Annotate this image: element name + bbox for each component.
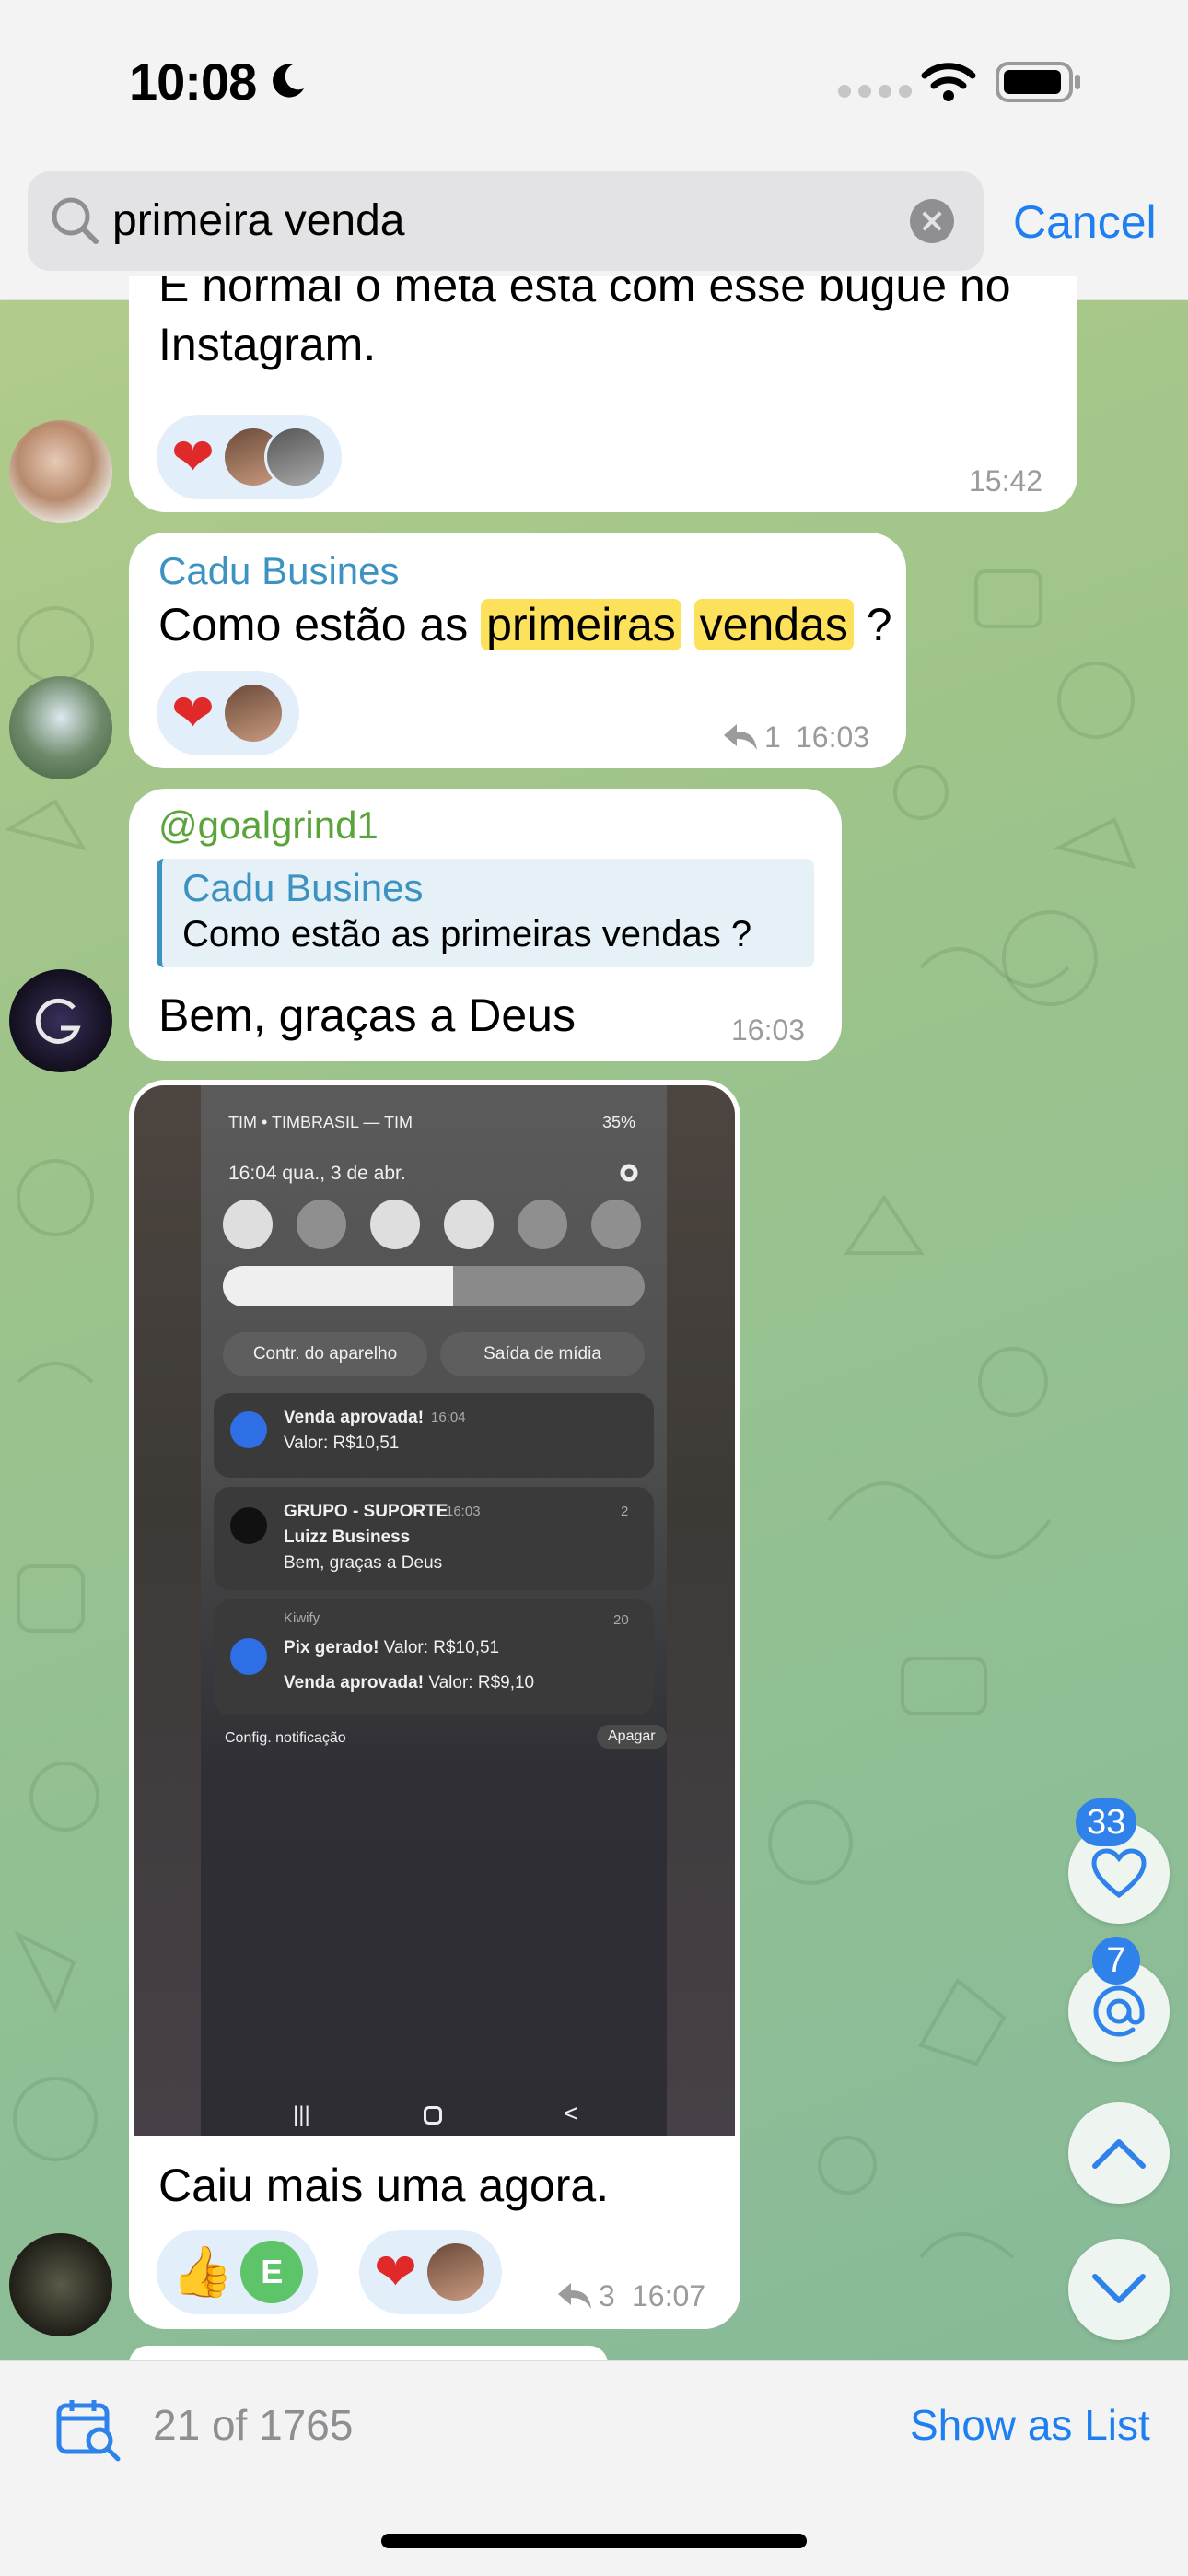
message-text: Como estão as primeiras vendas ? [158,599,892,650]
photo-device-control: Contr. do aparelho [223,1332,427,1376]
status-time: 10:08 [129,53,257,111]
heart-reaction-icon: ❤ [171,684,215,742]
avatar [263,426,327,488]
message-time: 16:03 [796,720,870,754]
photo-carrier: TIM • TIMBRASIL — TIM [228,1113,413,1131]
avatar[interactable] [9,420,112,523]
photo-clear-button: Apagar [597,1725,667,1749]
next-result-button[interactable] [1068,2239,1170,2340]
battery-icon [996,62,1080,102]
status-bar: 10:08 [0,0,1188,166]
avatar[interactable] [9,969,112,1072]
message-sender: Cadu Busines [158,549,400,592]
photo-bluetooth-toggle [297,1200,346,1249]
reaction-chip[interactable]: 👍 E [157,2230,319,2314]
avatar[interactable] [9,676,112,779]
photo-notification: Kiwify 20 Pix gerado! Valor: R$10,51 Ven… [214,1599,654,1715]
quoted-message[interactable]: Cadu Busines Como estão as primeiras ven… [157,859,814,967]
reaction-chip[interactable]: ❤ [359,2230,502,2314]
photo-flashlight-toggle [591,1200,641,1249]
message-text: Bem, graças a Deus [158,989,576,1041]
at-sign-icon [1093,1985,1145,2037]
photo-sound-toggle [370,1200,420,1249]
message-bubble[interactable]: Cadu Busines Como estão as primeiras ven… [129,533,906,768]
reply-count: 1 [764,720,781,754]
quoted-sender: Cadu Busines [182,866,424,909]
photo-wifi-toggle [223,1200,273,1249]
message-time: 16:07 [632,2279,706,2313]
message-bubble[interactable]: @goalgrind1 Cadu Busines Como estão as p… [129,789,842,1061]
avatar-logo-icon [35,998,81,1044]
calendar-search-icon[interactable] [55,2396,122,2463]
reply-icon[interactable] [556,2279,593,2313]
reply-count: 3 [599,2279,615,2313]
message-time: 15:42 [969,464,1043,498]
avatar [424,2241,487,2303]
results-counter: 21 of 1765 [153,2401,354,2449]
reaction-chip[interactable]: ❤ [157,671,299,755]
message-photo[interactable]: TIM • TIMBRASIL — TIM 35% 16:04 qua., 3 … [134,1085,735,2136]
photo-rotate-toggle [444,1200,494,1249]
phone-notification-screenshot: TIM • TIMBRASIL — TIM 35% 16:04 qua., 3 … [201,1085,667,2136]
mentions-count-badge: 7 [1092,1937,1140,1985]
search-icon [52,197,99,244]
message-text: É normal o meta esta com esse bugue no I… [158,276,1011,370]
heart-reaction-icon: ❤ [374,2242,417,2301]
photo-notification: Venda aprovada! 16:04 Valor: R$10,51 [214,1393,654,1478]
previous-result-button[interactable] [1068,2102,1170,2204]
photo-brightness-slider [223,1266,645,1306]
search-bar[interactable] [28,171,984,271]
photo-notification: GRUPO - SUPORTE 16:03 2 Luizz Business B… [214,1487,654,1590]
photo-nav-home-icon [424,2106,442,2125]
photo-airplane-toggle [518,1200,567,1249]
reaction-chip[interactable]: ❤ [157,415,342,499]
message-text: Caiu mais uma agora. [158,2160,610,2211]
reply-icon[interactable] [722,720,759,754]
cancel-button[interactable]: Cancel [1013,195,1157,249]
clear-search-icon[interactable] [910,199,954,243]
quoted-text: Como estão as primeiras vendas ? [182,914,752,954]
message-time: 16:03 [731,1013,806,1047]
photo-nav-back-icon: < [564,2099,579,2127]
photo-datetime: 16:04 qua., 3 de abr. [228,1163,406,1184]
chevron-down-icon [1092,2274,1146,2303]
thumbs-up-reaction-icon: 👍 [171,2244,234,2300]
message-sender: @goalgrind1 [158,803,379,847]
avatar [221,682,285,744]
show-as-list-button[interactable]: Show as List [910,2400,1150,2450]
photo-settings-icon [620,1164,638,1182]
wifi-icon [921,63,976,101]
chevron-up-icon [1092,2139,1146,2169]
photo-media-output: Saída de mídia [440,1332,645,1376]
search-input[interactable] [112,195,904,246]
photo-battery: 35% [602,1113,636,1131]
heart-outline-icon [1091,1848,1147,1899]
home-indicator[interactable] [381,2534,807,2548]
cellular-signal-icon [838,85,912,98]
heart-reaction-icon: ❤ [171,427,215,486]
focus-moon-icon [273,64,304,98]
photo-nav-recents-icon: ||| [293,2102,310,2127]
avatar: E [240,2241,304,2303]
photo-config-label: Config. notificação [225,1730,346,1746]
reactions-count-badge: 33 [1076,1798,1137,1846]
avatar[interactable] [9,2233,112,2336]
message-bubble[interactable]: É normal o meta esta com esse bugue no I… [129,276,1077,512]
